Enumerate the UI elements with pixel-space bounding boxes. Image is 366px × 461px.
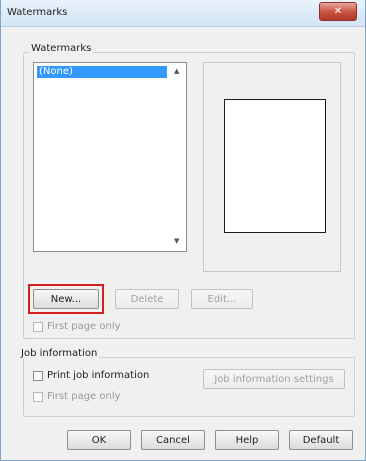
scroll-up-arrow-icon[interactable]: ▲ — [174, 67, 179, 75]
cancel-button[interactable]: Cancel — [141, 430, 205, 450]
title-bar[interactable]: Watermarks ✕ — [1, 0, 365, 27]
new-button[interactable]: New... — [33, 289, 99, 309]
close-button[interactable]: ✕ — [319, 2, 357, 21]
watermarks-dialog: Watermarks ✕ Watermarks (None) ▲ ▼ New..… — [0, 0, 366, 461]
delete-button[interactable]: Delete — [115, 289, 179, 309]
watermark-list[interactable]: (None) ▲ ▼ — [33, 62, 187, 252]
watermarks-group-label: Watermarks — [29, 43, 94, 54]
window-title: Watermarks — [7, 7, 68, 18]
job-first-page-only-checkbox[interactable] — [33, 392, 43, 402]
default-button[interactable]: Default — [289, 430, 353, 450]
print-job-information-checkbox[interactable] — [33, 371, 43, 381]
print-job-information-label: Print job information — [47, 370, 150, 381]
scroll-down-arrow-icon[interactable]: ▼ — [174, 237, 179, 245]
first-page-only-checkbox[interactable] — [33, 322, 43, 332]
close-icon: ✕ — [333, 6, 343, 17]
job-information-group-label: Job information — [19, 348, 100, 359]
first-page-only-label: First page only — [47, 321, 121, 332]
watermark-preview-area — [203, 62, 341, 272]
job-information-settings-button[interactable]: Job information settings — [203, 369, 345, 389]
job-first-page-only-label: First page only — [47, 391, 121, 402]
ok-button[interactable]: OK — [67, 430, 131, 450]
edit-button[interactable]: Edit... — [191, 289, 253, 309]
preview-page — [224, 99, 326, 233]
help-button[interactable]: Help — [215, 430, 279, 450]
list-item-none[interactable]: (None) — [37, 66, 167, 78]
